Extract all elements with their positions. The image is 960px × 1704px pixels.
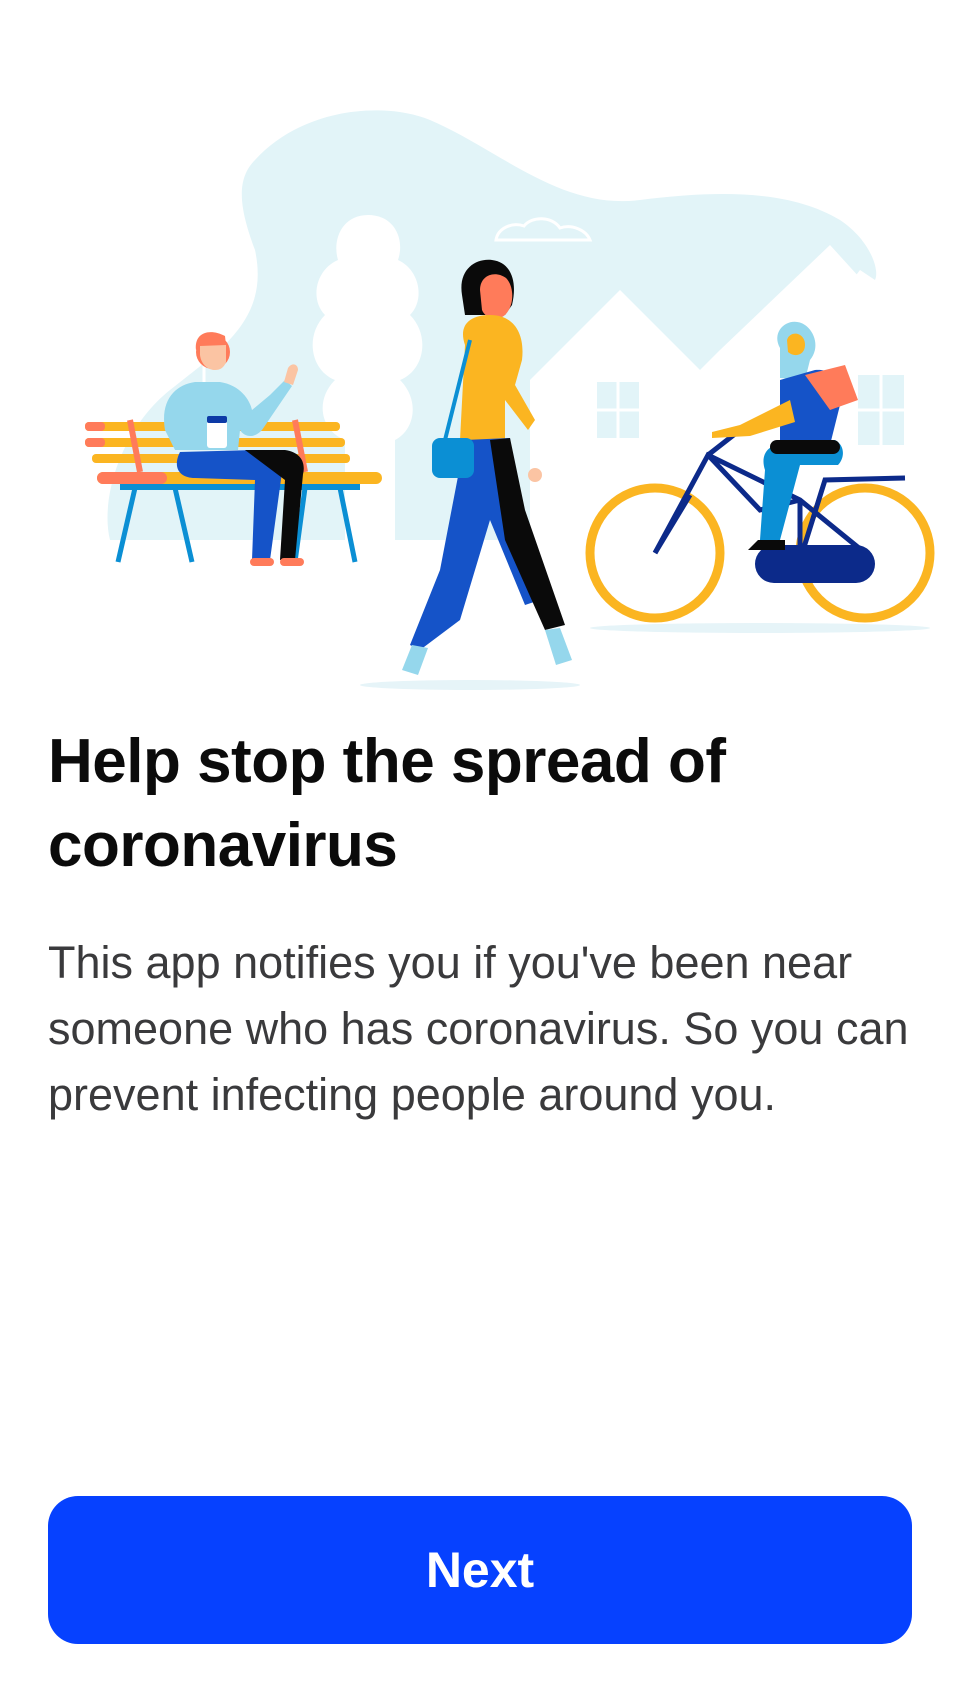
page-title: Help stop the spread of coronavirus <box>48 727 726 880</box>
description-text: This app notifies you if you've been nea… <box>48 937 909 1120</box>
ground-shadow-walker <box>360 680 580 690</box>
hero-illustration <box>0 100 960 700</box>
ground-shadow-bike <box>590 623 930 633</box>
next-button[interactable]: Next <box>48 1496 912 1644</box>
people-outdoors-illustration <box>85 110 935 690</box>
